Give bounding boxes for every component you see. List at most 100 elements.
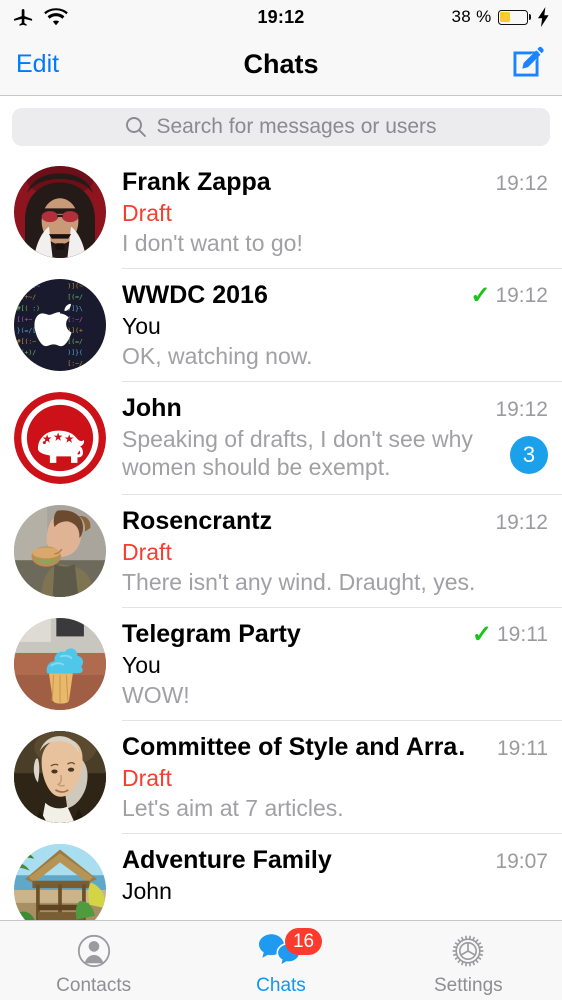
status-bar: 19:12 38 % — [0, 0, 562, 34]
chat-title: Telegram Party — [122, 620, 301, 648]
svg-text:}(+~/: }(+~/ — [17, 293, 37, 301]
draft-label: Draft — [122, 539, 172, 565]
svg-text:[(=/: [(=/ — [67, 337, 83, 345]
chat-preview: Speaking of drafts, I don't see why wome… — [122, 426, 473, 481]
chats-unread-badge: 16 — [284, 927, 323, 956]
chat-row-header: WWDC 2016 ✓ 19:12 — [122, 281, 548, 310]
read-check-icon: ✓ — [470, 282, 491, 309]
chat-list[interactable]: Frank Zappa 19:12 Draft I don't want to … — [0, 156, 562, 947]
svg-text:#[(:~: #[(:~ — [17, 359, 37, 367]
charging-bolt-icon — [538, 7, 549, 27]
unread-badge: 3 — [510, 436, 548, 474]
chat-row[interactable]: #![(:~ }(+~/ #[( :) [(+~ }(=/[ #[(:~ }(+… — [0, 269, 562, 382]
svg-text:)](~: )](~ — [67, 282, 83, 290]
avatar — [14, 505, 106, 597]
svg-text:}(+)/: }(+)/ — [17, 348, 37, 356]
svg-text:#[(:~: #[(:~ — [17, 337, 37, 345]
chat-row-body: Rosencrantz 19:12 Draft There isn't any … — [122, 495, 562, 608]
chat-row[interactable]: Rosencrantz 19:12 Draft There isn't any … — [0, 495, 562, 608]
chat-meta: ✓ 19:12 — [462, 284, 548, 308]
search-container: Search for messages or users — [0, 96, 562, 156]
search-input[interactable]: Search for messages or users — [12, 108, 550, 146]
svg-text:[(=/: [(=/ — [67, 293, 83, 301]
chat-row-header: Adventure Family 19:07 — [122, 846, 548, 875]
tab-settings[interactable]: Settings — [375, 925, 562, 997]
chat-sender: You — [122, 313, 161, 339]
avatar: #![(:~ }(+~/ #[( :) [(+~ }(=/[ #[(:~ }(+… — [14, 279, 106, 371]
chat-title: WWDC 2016 — [122, 281, 268, 309]
svg-text:#[( :): #[( :) — [17, 304, 40, 312]
chat-row-header: Rosencrantz 19:12 — [122, 507, 548, 536]
contacts-icon — [76, 931, 112, 971]
chat-time: 19:11 — [497, 623, 548, 646]
chat-title: Adventure Family — [122, 846, 332, 874]
tab-settings-label: Settings — [433, 974, 503, 996]
chat-time: 19:12 — [495, 284, 548, 307]
svg-text:[:~/: [:~/ — [67, 315, 83, 323]
chat-preview: Let's aim at 7 articles. — [122, 795, 344, 821]
chat-time: 19:12 — [495, 511, 548, 534]
gear-icon — [449, 931, 487, 971]
chat-title: Committee of Style and Arra… — [122, 733, 467, 761]
chat-row-header: John 19:12 — [122, 394, 548, 423]
chat-row-body: WWDC 2016 ✓ 19:12 You OK, watching now. — [122, 269, 562, 382]
chat-row-header: Frank Zappa 19:12 — [122, 168, 548, 197]
chats-bubbles-icon: 16 — [257, 927, 323, 971]
search-icon — [126, 117, 147, 137]
avatar — [14, 392, 106, 484]
chat-preview: OK, watching now. — [122, 343, 313, 369]
page-title: Chats — [243, 49, 319, 79]
chat-row-body: John 19:12 Speaking of drafts, I don't s… — [122, 382, 562, 495]
compose-icon[interactable] — [510, 44, 546, 85]
svg-text:}(=/[: }(=/[ — [17, 326, 36, 334]
tab-chats[interactable]: 16 Chats — [187, 925, 374, 997]
chat-time: 19:12 — [495, 398, 548, 421]
chat-title: Rosencrantz — [122, 507, 273, 535]
chat-meta: 19:07 — [487, 850, 548, 874]
chat-row[interactable]: Committee of Style and Arra… 19:11 Draft… — [0, 721, 562, 834]
chat-title: Frank Zappa — [122, 168, 271, 196]
chat-time: 19:07 — [495, 850, 548, 873]
draft-label: Draft — [122, 765, 172, 791]
tab-chats-label: Chats — [256, 974, 306, 996]
draft-label: Draft — [122, 200, 172, 226]
chat-title: John — [122, 394, 182, 422]
chat-row[interactable]: Telegram Party ✓ 19:11 You WOW! — [0, 608, 562, 721]
chat-preview: WOW! — [122, 682, 190, 708]
avatar — [14, 166, 106, 258]
svg-text:[(+~: [(+~ — [17, 315, 33, 323]
chat-sender: You — [122, 652, 161, 678]
battery-icon — [497, 9, 531, 25]
chat-row-body: Telegram Party ✓ 19:11 You WOW! — [122, 608, 562, 721]
chat-time: 19:11 — [497, 737, 548, 760]
chat-preview: There isn't any wind. Draught, yes. — [122, 569, 476, 595]
status-bar-right: 38 % — [452, 7, 550, 27]
battery-percent-label: 38 % — [451, 7, 492, 26]
chat-row-body: Committee of Style and Arra… 19:11 Draft… — [122, 721, 562, 834]
navigation-bar: Edit Chats — [0, 34, 562, 96]
chat-meta: 19:11 — [489, 737, 548, 761]
chat-row-header: Telegram Party ✓ 19:11 — [122, 620, 548, 649]
svg-text:#![(:~: #![(:~ — [17, 282, 40, 290]
chat-row-body: Frank Zappa 19:12 Draft I don't want to … — [122, 156, 562, 269]
chat-meta: ✓ 19:11 — [464, 623, 548, 647]
chat-row-header: Committee of Style and Arra… 19:11 — [122, 733, 548, 762]
chat-sender: John — [122, 878, 172, 904]
avatar — [14, 618, 106, 710]
chat-meta: 19:12 — [487, 172, 548, 196]
chat-time: 19:12 — [495, 172, 548, 195]
read-check-icon: ✓ — [471, 621, 492, 648]
avatar — [14, 731, 106, 823]
telegram-chats-screen: 19:12 38 % Edit Chats Search for message… — [0, 0, 562, 1000]
chat-meta: 19:12 — [487, 398, 548, 422]
chat-row[interactable]: Frank Zappa 19:12 Draft I don't want to … — [0, 156, 562, 269]
chat-meta: 19:12 — [487, 511, 548, 535]
tab-contacts-label: Contacts — [56, 974, 132, 996]
svg-text:)]}(: )]}( — [67, 348, 83, 356]
chat-row[interactable]: John 19:12 Speaking of drafts, I don't s… — [0, 382, 562, 495]
search-placeholder: Search for messages or users — [156, 115, 437, 138]
chat-preview: I don't want to go! — [122, 230, 303, 256]
tab-contacts[interactable]: Contacts — [0, 925, 187, 997]
tab-bar: Contacts 16 Chats Settings — [0, 920, 562, 1000]
svg-text:[:~/: [:~/ — [67, 359, 83, 367]
